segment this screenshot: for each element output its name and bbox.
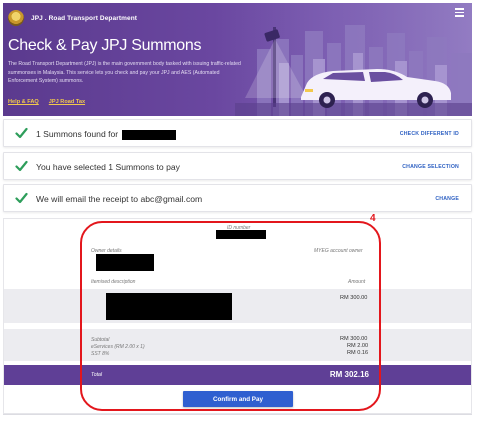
payment-summary-panel: ID number Owner details MYEG account own… <box>3 218 472 414</box>
subtotal-label: Subtotal <box>91 337 110 343</box>
check-different-id-link[interactable]: CHECK DIFFERENT ID <box>400 131 459 137</box>
redacted-item-description <box>106 293 232 320</box>
myeg-account-label: MYEG account owner <box>314 248 363 254</box>
sst-label: SST 8% <box>91 351 110 357</box>
selection-text: You have selected 1 Summons to pay <box>36 162 180 172</box>
summons-found-card: 1 Summons found for CHECK DIFFERENT ID <box>3 119 472 147</box>
redacted-id <box>121 129 176 140</box>
help-faq-link[interactable]: Help & FAQ <box>8 99 39 105</box>
charges-block <box>4 329 471 361</box>
email-receipt-text: We will email the receipt to abc@gmail.c… <box>36 194 203 204</box>
menu-icon[interactable] <box>455 8 464 17</box>
annotation-number: 4 <box>370 213 376 224</box>
subtotal-value: RM 300.00 <box>340 336 368 342</box>
check-icon <box>15 192 28 204</box>
summons-found-text: 1 Summons found for <box>36 129 176 140</box>
change-email-link[interactable]: CHANGE <box>435 196 459 202</box>
total-label: Total <box>91 372 103 378</box>
redacted-owner-details <box>96 254 154 271</box>
jpj-crest-logo <box>8 10 24 26</box>
hero-links: Help & FAQ JPJ Road Tax <box>8 99 85 105</box>
eservices-label: eServices (RM 2.00 x 1) <box>91 344 145 350</box>
bottom-divider <box>3 414 472 415</box>
change-selection-link[interactable]: CHANGE SELECTION <box>402 164 459 170</box>
itemised-description-label: Itemised description <box>91 279 136 285</box>
check-icon <box>15 160 28 172</box>
city-skyline-illustration <box>235 3 472 116</box>
hero-banner: JPJ . Road Transport Department Check & … <box>3 3 472 116</box>
confirm-and-pay-button[interactable]: Confirm and Pay <box>183 391 293 407</box>
email-receipt-card: We will email the receipt to abc@gmail.c… <box>3 184 472 212</box>
page-description: The Road Transport Department (JPJ) is t… <box>8 61 241 85</box>
item-amount: RM 300.00 <box>340 295 368 301</box>
item-row <box>4 289 471 323</box>
department-name: JPJ . Road Transport Department <box>31 14 138 22</box>
amount-label: Amount <box>348 279 366 285</box>
sst-value: RM 0.16 <box>347 350 369 356</box>
total-value: RM 302.16 <box>329 370 369 379</box>
check-icon <box>15 127 28 139</box>
top-bar: JPJ . Road Transport Department <box>8 10 137 26</box>
summons-found-label: 1 Summons found for <box>36 129 119 139</box>
jpj-road-tax-link[interactable]: JPJ Road Tax <box>49 99 85 105</box>
total-bar: Total RM 302.16 <box>4 365 471 385</box>
page-title: Check & Pay JPJ Summons <box>8 37 202 54</box>
eservices-value: RM 2.00 <box>347 343 369 349</box>
selection-card: You have selected 1 Summons to pay CHANG… <box>3 152 472 180</box>
redacted-id-number <box>216 230 266 239</box>
